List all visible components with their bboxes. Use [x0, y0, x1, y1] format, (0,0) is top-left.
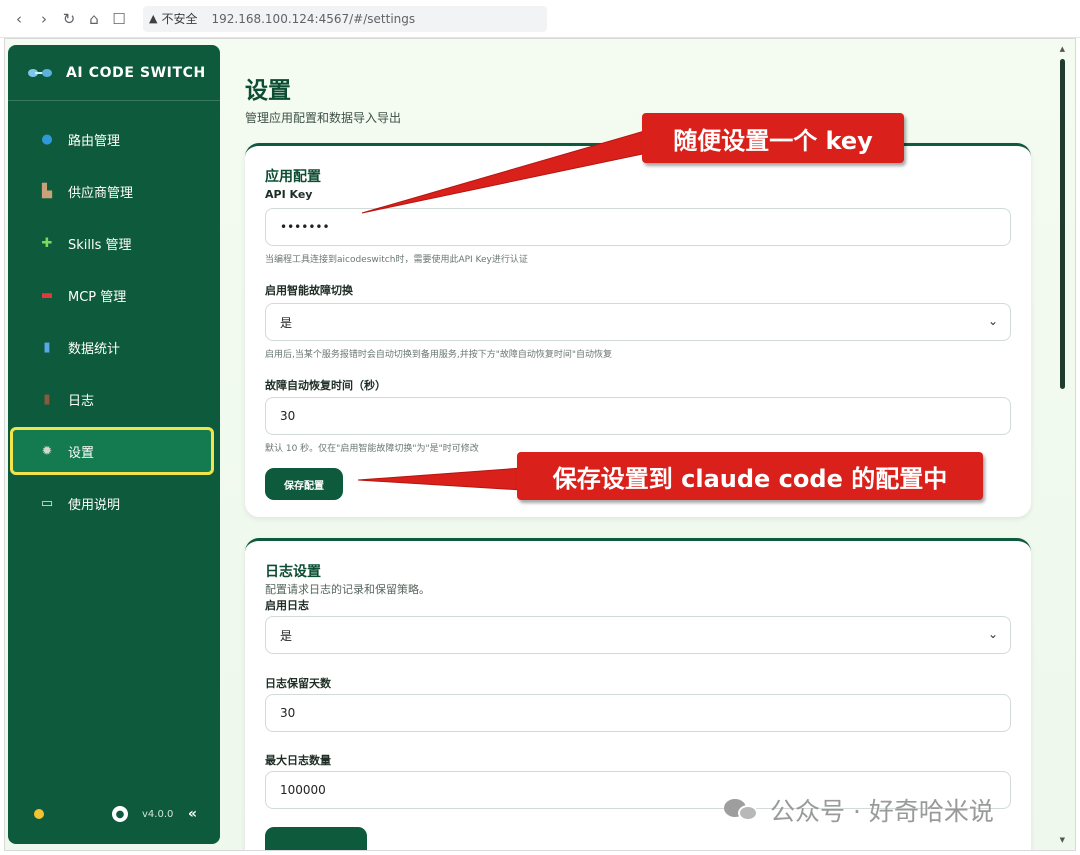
sidebar-item-book[interactable]: ▭ 使用说明 — [12, 481, 212, 525]
recovery-value: 30 — [280, 409, 296, 423]
max-logs-value: 100000 — [280, 783, 326, 797]
sidebar-item-puzzle[interactable]: ✚ Skills 管理 — [12, 221, 212, 265]
page-title: 设置 — [245, 78, 291, 104]
recovery-label: 故障自动恢复时间（秒） — [265, 379, 386, 392]
scroll-down-icon[interactable]: ▼ — [1060, 836, 1065, 844]
brand-title: AI CODE SWITCH — [66, 64, 206, 81]
brand: AI CODE SWITCH — [8, 45, 220, 101]
recovery-hint: 默认 10 秒。仅在"启用智能故障切换"为"是"时可修改 — [265, 444, 479, 454]
sidebar-item-label: Skills 管理 — [68, 237, 132, 253]
browser-toolbar: ‹ › ↻ ⌂ ☐ ▲ 不安全 192.168.100.124:4567/#/s… — [0, 0, 1080, 38]
sidebar-item-factory[interactable]: ▙ 供应商管理 — [12, 169, 212, 213]
failover-label: 启用智能故障切换 — [265, 284, 353, 297]
chevron-down-icon: ⌄ — [987, 627, 998, 641]
log-config-title: 日志设置 — [265, 564, 321, 580]
enable-log-label: 启用日志 — [265, 599, 309, 612]
sidebar-item-robot[interactable]: ▬ MCP 管理 — [12, 273, 212, 317]
sidebar-item-globe[interactable]: ● 路由管理 — [12, 117, 212, 161]
watermark: 公众号 · 好奇哈米说 — [724, 790, 994, 830]
save-log-config-button[interactable] — [265, 827, 367, 850]
sidebar-item-label: MCP 管理 — [68, 289, 127, 305]
api-key-label: API Key — [265, 188, 313, 201]
watermark-text: 公众号 · 好奇哈米说 — [770, 797, 994, 826]
log-config-desc: 配置请求日志的记录和保留策略。 — [265, 583, 430, 596]
address-bar[interactable]: ▲ 不安全 192.168.100.124:4567/#/settings — [143, 5, 547, 32]
github-icon[interactable]: ● — [112, 806, 128, 822]
factory-icon: ▙ — [42, 183, 52, 199]
sidebar-footer: ● v4.0.0 « — [8, 802, 220, 826]
scrollbar-thumb[interactable] — [1060, 59, 1065, 389]
robot-icon: ▬ — [40, 287, 54, 303]
failover-value: 是 — [280, 315, 293, 330]
recovery-time-input[interactable]: 30 — [265, 397, 1011, 435]
sidebar-item-label: 使用说明 — [68, 497, 121, 513]
book-icon: ▭ — [40, 495, 54, 511]
wechat-icon — [724, 797, 758, 823]
failover-select[interactable]: 是 ⌄ — [265, 303, 1011, 341]
retention-label: 日志保留天数 — [265, 677, 331, 690]
reload-icon[interactable]: ↻ — [58, 8, 80, 30]
puzzle-icon: ✚ — [41, 235, 53, 251]
api-key-hint: 当编程工具连接到aicodeswitch时，需要使用此API Key进行认证 — [265, 255, 528, 265]
sidebar-item-label: 日志 — [68, 393, 95, 409]
home-icon[interactable]: ⌂ — [83, 8, 105, 30]
warning-icon: ▲ — [149, 12, 158, 25]
version-label: v4.0.0 — [142, 808, 174, 820]
log-icon: ▮ — [43, 391, 51, 407]
sidebar-item-gear[interactable]: ✹ 设置 — [10, 427, 214, 475]
callout-save: 保存设置到 claude code 的配置中 — [517, 452, 983, 500]
forward-icon[interactable]: › — [33, 8, 55, 30]
enable-log-select[interactable]: 是 ⌄ — [265, 616, 1011, 654]
insecure-label[interactable]: 不安全 — [161, 10, 197, 27]
logo-icon — [28, 66, 54, 80]
api-key-input[interactable]: ••••••• — [265, 208, 1011, 246]
sidebar-nav: ● 路由管理 ▙ 供应商管理 ✚ Skills 管理 ▬ MCP 管理 ▮ 数据统计 ▮ 日志 ✹ 设置 ▭… — [8, 101, 220, 525]
sidebar: AI CODE SWITCH ● 路由管理 ▙ 供应商管理 ✚ Skills 管理 ▬ MCP… — [8, 45, 220, 844]
enable-log-value: 是 — [280, 628, 293, 643]
sidebar-item-label: 设置 — [68, 445, 95, 461]
app-config-title: 应用配置 — [265, 169, 321, 185]
scroll-up-icon[interactable]: ▲ — [1060, 45, 1065, 53]
sidebar-item-label: 供应商管理 — [68, 185, 134, 201]
bookmark-icon[interactable]: ☐ — [108, 8, 130, 30]
globe-icon: ● — [41, 131, 53, 147]
retention-days-input[interactable]: 30 — [265, 694, 1011, 732]
retention-value: 30 — [280, 706, 296, 720]
gear-icon: ✹ — [41, 443, 53, 459]
save-config-button[interactable]: 保存配置 — [265, 468, 343, 500]
api-key-value: ••••••• — [280, 220, 330, 234]
chevron-down-icon: ⌄ — [987, 314, 998, 328]
sidebar-item-chart[interactable]: ▮ 数据统计 — [12, 325, 212, 369]
sidebar-item-log[interactable]: ▮ 日志 — [12, 377, 212, 421]
sidebar-item-label: 路由管理 — [68, 133, 121, 149]
callout-key: 随便设置一个 key — [642, 113, 904, 163]
sidebar-item-label: 数据统计 — [68, 341, 121, 357]
app-viewport: AI CODE SWITCH ● 路由管理 ▙ 供应商管理 ✚ Skills 管理 ▬ MCP… — [4, 38, 1076, 851]
failover-hint: 启用后,当某个服务报错时会自动切换到备用服务,并按下方"故障自动恢复时间"自动恢… — [265, 350, 613, 360]
url-text[interactable]: 192.168.100.124:4567/#/settings — [211, 12, 415, 26]
max-logs-label: 最大日志数量 — [265, 754, 331, 767]
chart-icon: ▮ — [43, 339, 51, 355]
collapse-sidebar-button[interactable]: « — [188, 806, 197, 822]
back-icon[interactable]: ‹ — [8, 8, 30, 30]
status-indicator — [34, 809, 44, 819]
